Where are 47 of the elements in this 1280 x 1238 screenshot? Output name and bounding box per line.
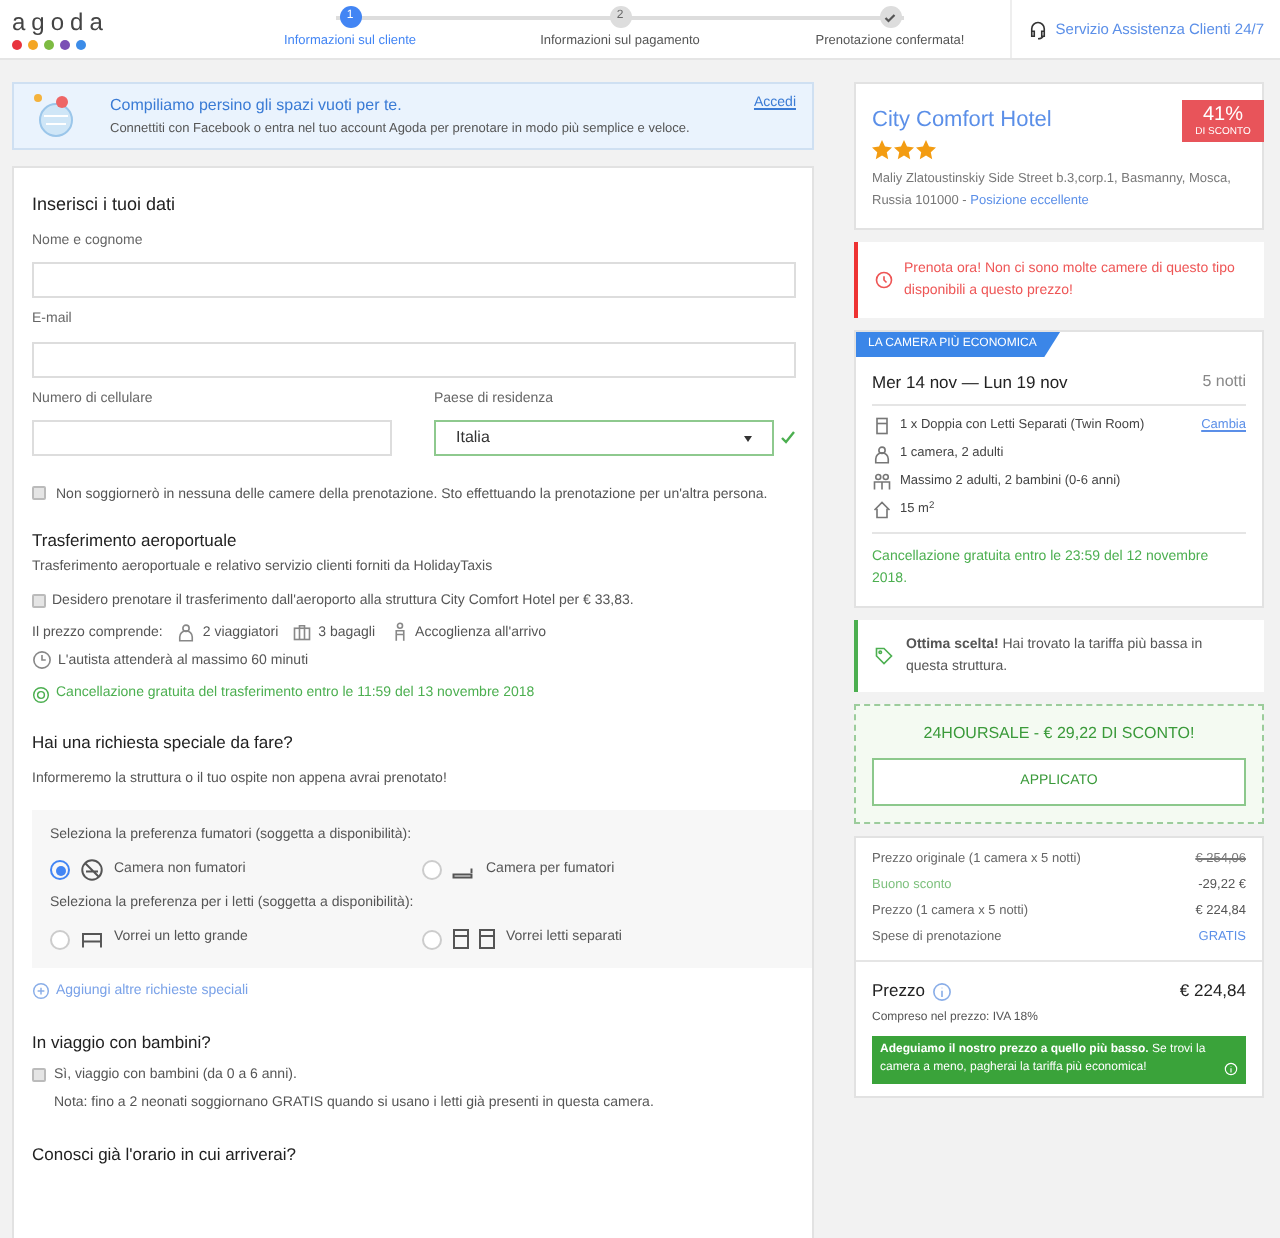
dropdown-icon [744,435,752,441]
no-smoking-icon [80,858,104,882]
hotel-name: City Comfort Hotel [872,106,1052,136]
person-icon [389,622,410,643]
stay-dates: Mer 14 nov — Lun 19 nov [872,369,1068,395]
star-icon [916,139,936,159]
nights-count: 5 notti [1202,369,1246,394]
check-icon [780,430,796,446]
promo-title: 24HOURSALE - € 29,22 DI SCONTO! [923,722,1195,747]
text-input[interactable] [32,341,796,377]
checkbox[interactable] [32,594,46,609]
checkbox[interactable] [32,486,46,500]
suitcase-icon [292,622,313,643]
headset-icon [1027,19,1048,39]
house-icon [872,500,892,521]
section-title: Inserisci i tuoi dati [32,192,178,218]
radio-button[interactable] [50,860,70,880]
logo[interactable]: agoda [12,9,120,35]
plus-circle-icon [32,982,50,1001]
total-price: € 224,84 [1179,978,1246,1004]
section-title: Conosci già l'orario in cui arriverai? [32,1141,299,1167]
star-icon [894,139,914,159]
section-title: In viaggio con bambini? [32,1030,213,1056]
radio-button[interactable] [422,929,442,949]
alarm-icon [874,269,894,289]
bed-icon [872,416,892,437]
checkbox[interactable] [32,1067,46,1082]
group-icon [872,472,892,493]
text-input[interactable] [32,262,796,298]
info-icon [1224,1062,1238,1076]
clock-icon [32,650,52,671]
tag-icon [874,646,894,667]
section-title: Trasferimento aeroportuale [32,528,239,554]
radio-button[interactable] [50,929,70,949]
double-bed-icon [80,927,104,951]
radio-button[interactable] [422,860,442,880]
person-icon [176,622,197,643]
text-input[interactable] [32,420,392,456]
twin-beds-icon [452,928,496,950]
star-icon [872,139,892,159]
section-title: Hai una richiesta speciale da fare? [32,730,295,756]
person-icon [872,444,892,465]
info-icon [932,981,953,1002]
total-label: Prezzo [872,978,925,1004]
banner-title: Compiliamo persino gli spazi vuoti per te. [110,93,404,118]
country-select[interactable]: Italia [434,420,774,456]
coin-icon [32,685,50,703]
